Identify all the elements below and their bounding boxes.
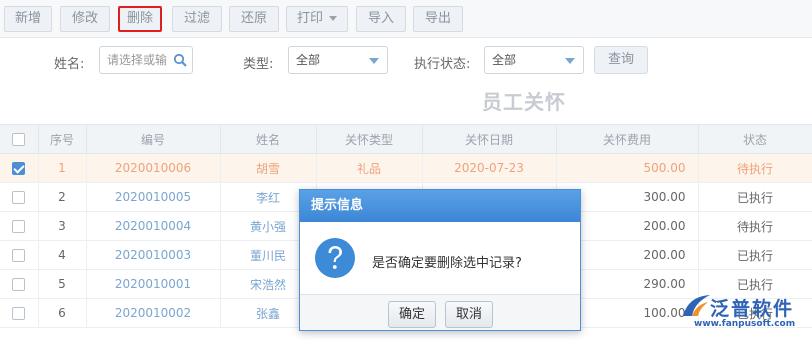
- cell-seq: 1: [38, 153, 87, 183]
- status-select[interactable]: 全部: [484, 46, 584, 74]
- search-icon[interactable]: [173, 53, 187, 67]
- row-checkbox-cell: [0, 240, 39, 270]
- cell-seq: 5: [38, 269, 87, 299]
- question-icon: [315, 238, 355, 278]
- table-row[interactable]: 1 2020010006 胡雪 礼品 2020-07-23 500.00 待执行: [0, 153, 812, 183]
- page-title: 员工关怀: [482, 90, 566, 114]
- restore-button[interactable]: 还原: [229, 6, 279, 32]
- name-label: 姓名:: [54, 57, 85, 72]
- cell-seq: 4: [38, 240, 87, 270]
- chevron-down-icon: [369, 58, 379, 64]
- page-title-wrap: 员工关怀: [0, 86, 812, 115]
- cell-status: 待执行: [698, 153, 812, 183]
- toolbar: 新增 修改 删除 过滤 还原 打印 导入 导出: [0, 0, 812, 38]
- delete-button[interactable]: 删除: [118, 6, 162, 32]
- brand-logo: 泛普软件 www.fanpusoft.com: [676, 292, 812, 340]
- header-code[interactable]: 编号: [86, 124, 221, 154]
- cell-name: 胡雪: [220, 153, 317, 183]
- cell-code: 2020010003: [86, 240, 221, 270]
- dialog-message: 是否确定要删除选中记录?: [372, 256, 522, 271]
- header-name[interactable]: 姓名: [220, 124, 317, 154]
- name-search-input[interactable]: 请选择或输: [99, 46, 193, 74]
- type-select-value: 全部: [296, 53, 321, 67]
- dialog-title[interactable]: 提示信息: [300, 190, 580, 222]
- print-button[interactable]: 打印: [286, 6, 348, 32]
- row-checkbox[interactable]: [12, 278, 26, 291]
- row-checkbox[interactable]: [12, 162, 26, 175]
- edit-button[interactable]: 修改: [60, 6, 110, 32]
- add-button[interactable]: 新增: [4, 6, 52, 32]
- cell-date: 2020-07-23: [422, 153, 557, 183]
- filter-button[interactable]: 过滤: [172, 6, 222, 32]
- confirm-dialog: 提示信息 是否确定要删除选中记录? 确定 取消: [299, 189, 581, 331]
- row-checkbox[interactable]: [12, 249, 26, 262]
- print-label: 打印: [296, 11, 323, 26]
- cell-fee: 500.00: [556, 153, 699, 183]
- row-checkbox-cell: [0, 298, 39, 328]
- header-fee[interactable]: 关怀费用: [556, 124, 699, 154]
- header-seq[interactable]: 序号: [38, 124, 87, 154]
- type-select[interactable]: 全部: [288, 46, 388, 74]
- row-checkbox-cell: [0, 153, 39, 183]
- row-checkbox[interactable]: [12, 307, 26, 320]
- chevron-down-icon: [329, 16, 337, 21]
- cell-code: 2020010004: [86, 211, 221, 241]
- dialog-body: 是否确定要删除选中记录?: [300, 222, 580, 294]
- cell-status: 已执行: [698, 240, 812, 270]
- logo-brand: 泛普软件: [710, 298, 795, 320]
- cell-status: 已执行: [698, 182, 812, 212]
- logo-url: www.fanpusoft.com: [694, 319, 796, 329]
- dialog-footer: 确定 取消: [300, 294, 580, 330]
- status-label: 执行状态:: [414, 57, 471, 72]
- select-all-cell[interactable]: [0, 124, 39, 154]
- table-header-row: 序号 编号 姓名 关怀类型 关怀日期 关怀费用 状态: [0, 124, 812, 154]
- cell-code: 2020010002: [86, 298, 221, 328]
- cell-type: 礼品: [316, 153, 423, 183]
- select-all-checkbox[interactable]: [12, 133, 26, 146]
- cell-code: 2020010006: [86, 153, 221, 183]
- header-status[interactable]: 状态: [698, 124, 812, 154]
- status-select-value: 全部: [492, 53, 517, 67]
- cancel-button[interactable]: 取消: [445, 301, 493, 328]
- row-checkbox[interactable]: [12, 220, 26, 233]
- cell-code: 2020010001: [86, 269, 221, 299]
- cell-seq: 2: [38, 182, 87, 212]
- row-checkbox[interactable]: [12, 191, 26, 204]
- cell-status: 待执行: [698, 211, 812, 241]
- cell-code: 2020010005: [86, 182, 221, 212]
- query-button[interactable]: 查询: [594, 46, 648, 74]
- row-checkbox-cell: [0, 182, 39, 212]
- name-placeholder: 请选择或输: [107, 53, 168, 67]
- cell-seq: 6: [38, 298, 87, 328]
- type-label: 类型:: [243, 57, 274, 72]
- row-checkbox-cell: [0, 211, 39, 241]
- import-button[interactable]: 导入: [356, 6, 406, 32]
- chevron-down-icon: [565, 58, 575, 64]
- header-date[interactable]: 关怀日期: [422, 124, 557, 154]
- row-checkbox-cell: [0, 269, 39, 299]
- logo-mark-icon: [683, 295, 710, 316]
- header-type[interactable]: 关怀类型: [316, 124, 423, 154]
- cell-seq: 3: [38, 211, 87, 241]
- filter-bar: 姓名: 请选择或输 类型: 全部 执行状态: 全部 查询: [0, 46, 812, 76]
- export-button[interactable]: 导出: [413, 6, 463, 32]
- confirm-button[interactable]: 确定: [388, 301, 436, 328]
